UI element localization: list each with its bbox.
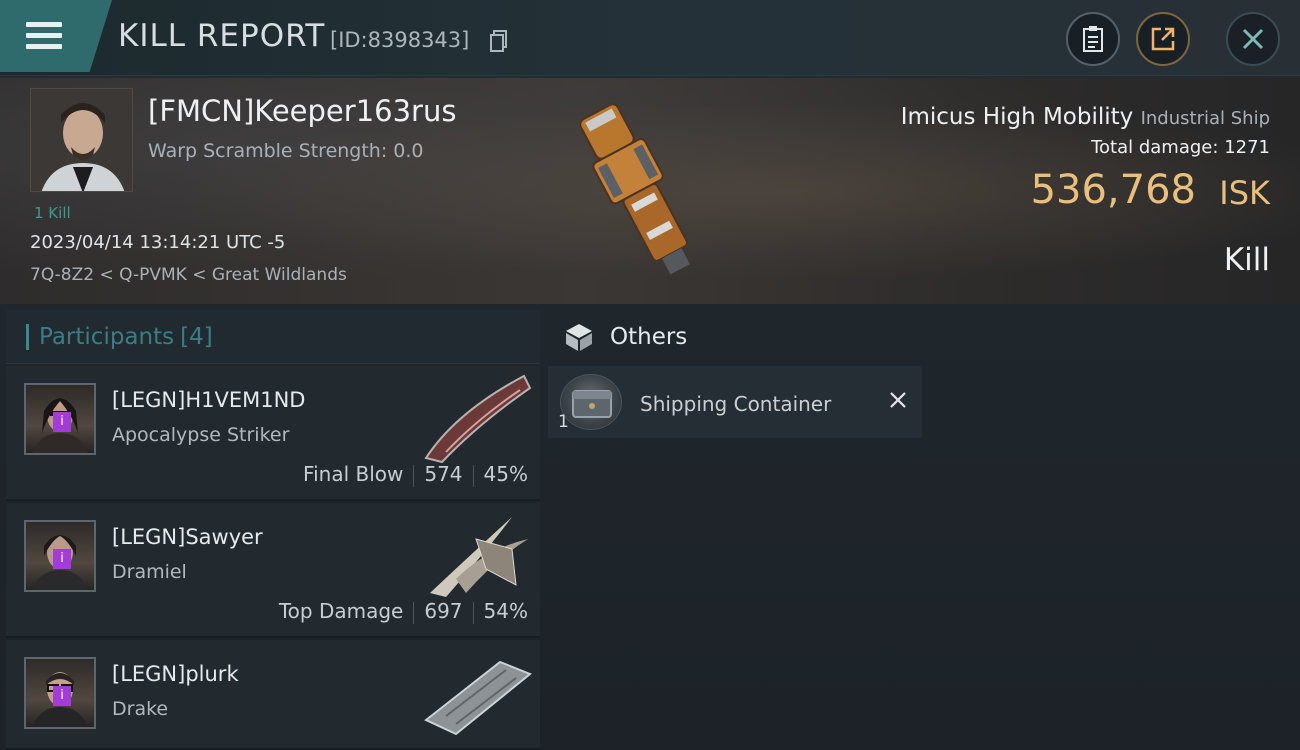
divider — [472, 464, 474, 487]
copy-icon[interactable] — [490, 30, 508, 52]
info-icon[interactable]: i — [53, 412, 71, 432]
shipping-container-icon — [560, 374, 622, 430]
cube-icon — [566, 324, 592, 351]
participant-ship: Apocalypse Striker — [112, 424, 290, 446]
list-item[interactable]: 1 Shipping Container — [548, 366, 922, 438]
ship-class: Industrial Ship — [1140, 108, 1270, 129]
participant-damage: 697 — [424, 599, 463, 623]
participants-count: [4] — [180, 323, 213, 350]
clipboard-icon — [1083, 26, 1103, 52]
item-name: Shipping Container — [640, 392, 832, 416]
participant-damage: 574 — [424, 462, 463, 486]
clipboard-button[interactable] — [1066, 12, 1120, 66]
participant-percent: 54% — [483, 599, 528, 623]
victim-ship[interactable]: Imicus High Mobility Industrial Ship — [901, 104, 1270, 130]
kill-report-window: KILL REPORT [ID:8398343] [FMCN]Keeper163… — [0, 0, 1300, 750]
page-title: KILL REPORT — [118, 18, 326, 54]
participants-label: Participants — [39, 323, 175, 350]
share-button[interactable] — [1136, 12, 1190, 66]
participant-ship: Drake — [112, 698, 169, 720]
ship-name: Imicus High Mobility — [900, 104, 1134, 130]
victim-kill-count: 1 Kill — [34, 204, 71, 222]
share-icon — [1151, 27, 1175, 51]
others-label: Others — [610, 324, 688, 350]
kill-result: Kill — [1223, 242, 1270, 278]
participant-row[interactable]: i [LEGN]H1VEM1ND Apocalypse Striker Fina… — [6, 366, 540, 501]
warp-scramble-strength: Warp Scramble Strength: 0.0 — [148, 140, 424, 162]
menu-icon-bar — [26, 33, 62, 38]
info-icon[interactable]: i — [53, 686, 71, 706]
title-bar: KILL REPORT [ID:8398343] — [0, 0, 1300, 76]
others-header: Others — [548, 310, 1300, 364]
participant-ship-image — [430, 517, 528, 597]
close-button[interactable] — [1226, 12, 1280, 66]
participant-name: [LEGN]H1VEM1ND — [112, 388, 306, 412]
participant-ship-image — [424, 374, 532, 464]
participant-ship-image — [424, 660, 532, 736]
container-image — [572, 390, 612, 418]
participant-role: Final Blow — [303, 462, 404, 486]
kill-location[interactable]: 7Q-8Z2 < Q-PVMK < Great Wildlands — [30, 265, 347, 285]
header-accent — [26, 323, 29, 350]
victim-avatar — [31, 89, 132, 191]
participant-stats: Top Damage 697 54% — [279, 599, 528, 624]
total-damage-label: Total damage: — [1091, 137, 1219, 158]
destroyed-x-icon — [890, 392, 906, 408]
participant-name: [LEGN]plurk — [112, 662, 239, 686]
isk-value: 536,768 — [1030, 167, 1196, 213]
kill-timestamp: 2023/04/14 13:14:21 UTC -5 — [30, 232, 286, 253]
participant-ship: Dramiel — [112, 561, 187, 583]
participant-name: [LEGN]Sawyer — [112, 525, 263, 549]
participants-header: Participants [4] — [6, 310, 540, 364]
total-damage-value: 1271 — [1224, 137, 1270, 158]
close-icon — [1242, 28, 1264, 50]
victim-name[interactable]: [FMCN]Keeper163rus — [148, 94, 456, 128]
menu-icon — [26, 22, 62, 27]
divider — [413, 601, 415, 624]
info-icon[interactable]: i — [53, 549, 71, 569]
participant-stats: Final Blow 574 45% — [303, 462, 528, 487]
participant-row[interactable]: i [LEGN]plurk Drake — [6, 640, 540, 750]
participant-percent: 45% — [483, 462, 528, 486]
divider — [413, 464, 415, 487]
menu-button[interactable] — [0, 0, 112, 72]
divider — [472, 601, 474, 624]
menu-icon-bar — [26, 44, 62, 49]
total-damage: Total damage: 1271 — [1091, 137, 1270, 158]
participant-role: Top Damage — [278, 599, 404, 623]
victim-portrait[interactable] — [30, 88, 133, 192]
destroyed-ship-image — [579, 103, 690, 275]
item-quantity: 1 — [558, 412, 569, 432]
isk-unit: ISK — [1219, 174, 1270, 212]
participant-row[interactable]: i [LEGN]Sawyer Dramiel Top Damage 697 54% — [6, 503, 540, 638]
report-id: [ID:8398343] — [330, 28, 470, 52]
